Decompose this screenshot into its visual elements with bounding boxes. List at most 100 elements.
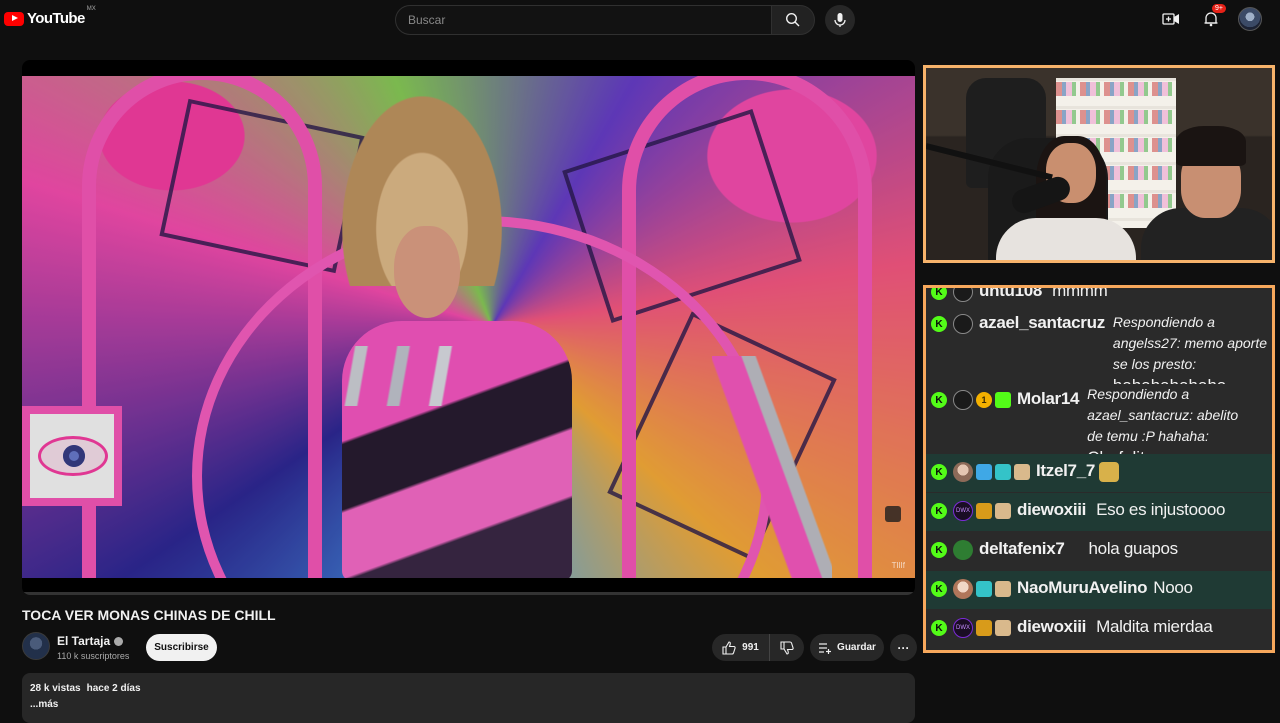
chat-message: K deltafenix7 hola guapos (926, 532, 1272, 570)
broadcast-watermark: TIlIf (891, 561, 905, 570)
kick-icon: K (931, 503, 947, 519)
view-count: 28 k vistas (30, 683, 81, 694)
progress-bar[interactable] (22, 592, 915, 595)
save-button[interactable]: Guardar (810, 634, 884, 661)
subscriber-count: 110 k suscriptores (57, 651, 130, 661)
video-player[interactable]: TIlIf (22, 60, 915, 595)
verified-icon (114, 636, 124, 646)
playlist-add-icon (819, 642, 832, 654)
chat-text: Eso es injustoooo (1096, 500, 1226, 519)
top-right-actions: 9+ (1158, 4, 1262, 32)
dislike-button[interactable] (770, 634, 804, 661)
microphone-icon (834, 13, 846, 27)
video-frame: TIlIf (22, 76, 915, 578)
user-avatar (953, 579, 973, 599)
kick-icon: K (931, 464, 947, 480)
subscriber-badge-icon (995, 620, 1011, 636)
user-avatar: DWX (953, 618, 973, 638)
og-badge-icon (976, 581, 992, 597)
video-title: TOCA VER MONAS CHINAS DE CHILL (22, 607, 276, 623)
subscribe-button[interactable]: Suscribirse (146, 634, 217, 661)
voice-search-button[interactable] (825, 5, 855, 35)
more-icon: ··· (897, 640, 910, 655)
search-button[interactable] (771, 5, 815, 35)
thumbs-up-icon (722, 640, 736, 655)
chat-text: Maldita mierdaa (1096, 617, 1213, 636)
chat-username[interactable]: azael_santacruz (979, 313, 1105, 333)
reply-context: Respondiendo a angelss27: memo aporte se… (1112, 314, 1267, 372)
chat-username[interactable]: Itzel7_7 (1036, 461, 1095, 481)
search-input[interactable] (395, 5, 771, 35)
chat-overlay: K untu108 mmmm K azael_santacruz Respond… (923, 285, 1275, 653)
tool-badge-icon (976, 464, 992, 480)
user-avatar (953, 540, 973, 560)
chat-username[interactable]: untu108 (979, 288, 1042, 301)
logo-country-code: MX (86, 6, 96, 12)
description-stats: 28 k vistas hace 2 días (30, 683, 907, 694)
chat-text: mmmm (1052, 285, 1108, 300)
youtube-play-icon (4, 11, 24, 26)
notifications-button[interactable]: 9+ (1198, 4, 1226, 32)
crown-badge-icon (976, 620, 992, 636)
crown-badge-icon (976, 503, 992, 519)
user-avatar (953, 390, 973, 410)
user-avatar (953, 462, 973, 482)
search-icon (785, 12, 800, 27)
more-actions-button[interactable]: ··· (890, 634, 917, 661)
reply-context: Respondiendo a azael_santacruz: abelito … (1087, 386, 1239, 444)
user-avatar (953, 288, 973, 302)
like-dislike-group: 991 (712, 634, 804, 661)
upload-date: hace 2 días (86, 683, 141, 694)
chat-message: K NaoMuruAvelino Nooo (926, 571, 1272, 609)
emote-icon (1099, 462, 1120, 482)
subscriber-badge-icon (995, 392, 1011, 408)
subscriber-badge-icon (995, 581, 1011, 597)
top-bar: YouTube MX 9+ (0, 0, 1280, 40)
chat-username[interactable]: Molar14 (1017, 389, 1079, 409)
kick-icon: K (931, 620, 947, 636)
subscriber-badge-icon (1014, 464, 1030, 480)
guest-hair (1176, 126, 1246, 166)
channel-avatar[interactable] (22, 632, 50, 660)
like-count: 991 (742, 642, 759, 653)
kick-icon: K (931, 392, 947, 408)
description-box[interactable]: 28 k vistas hace 2 días ...más (22, 673, 915, 723)
thumbs-down-icon (780, 640, 794, 655)
chat-username[interactable]: diewoxiii (1017, 500, 1086, 520)
chat-message: K azael_santacruz Respondiendo a angelss… (926, 312, 1272, 395)
channel-name[interactable]: El Tartaja (57, 634, 110, 648)
og-badge-icon (995, 464, 1011, 480)
save-label: Guardar (837, 642, 876, 653)
create-button[interactable] (1158, 6, 1184, 32)
chat-username[interactable]: diewoxiii (1017, 617, 1086, 637)
chat-message: K untu108 mmmm (926, 285, 1272, 302)
show-more-link[interactable]: ...más (30, 699, 907, 710)
kick-icon: K (931, 542, 947, 558)
chat-message: K 1 Molar14 Respondiendo a azael_santacr… (926, 384, 1272, 467)
kick-icon: K (931, 316, 947, 332)
bell-icon (1204, 12, 1218, 27)
chat-text: hola guapos (1088, 539, 1179, 558)
notification-count-badge: 9+ (1212, 4, 1226, 13)
chat-message: K DWX diewoxiii Eso es injustoooo (926, 493, 1272, 531)
subscriber-badge-icon (995, 503, 1011, 519)
chat-text: Nooo (1153, 578, 1193, 597)
create-video-icon (1162, 13, 1179, 25)
streamer-shirt (996, 218, 1136, 260)
logo-text: YouTube (27, 10, 85, 27)
webcam-overlay (923, 65, 1275, 263)
channel-name-row[interactable]: El Tartaja (57, 634, 124, 648)
user-avatar (953, 314, 973, 334)
user-avatar: DWX (953, 501, 973, 521)
kick-icon: K (931, 288, 947, 300)
gifter-badge: 1 (976, 392, 992, 408)
chat-username[interactable]: NaoMuruAvelino (1017, 578, 1148, 598)
chat-message: K Itzel7_7 (926, 454, 1272, 492)
scene-shade (22, 76, 915, 578)
account-avatar[interactable] (1238, 7, 1262, 31)
search-bar (395, 5, 815, 35)
chat-username[interactable]: deltafenix7 (979, 539, 1065, 559)
youtube-logo[interactable]: YouTube MX (4, 6, 96, 27)
kick-icon: K (931, 581, 947, 597)
like-button[interactable]: 991 (712, 634, 770, 661)
